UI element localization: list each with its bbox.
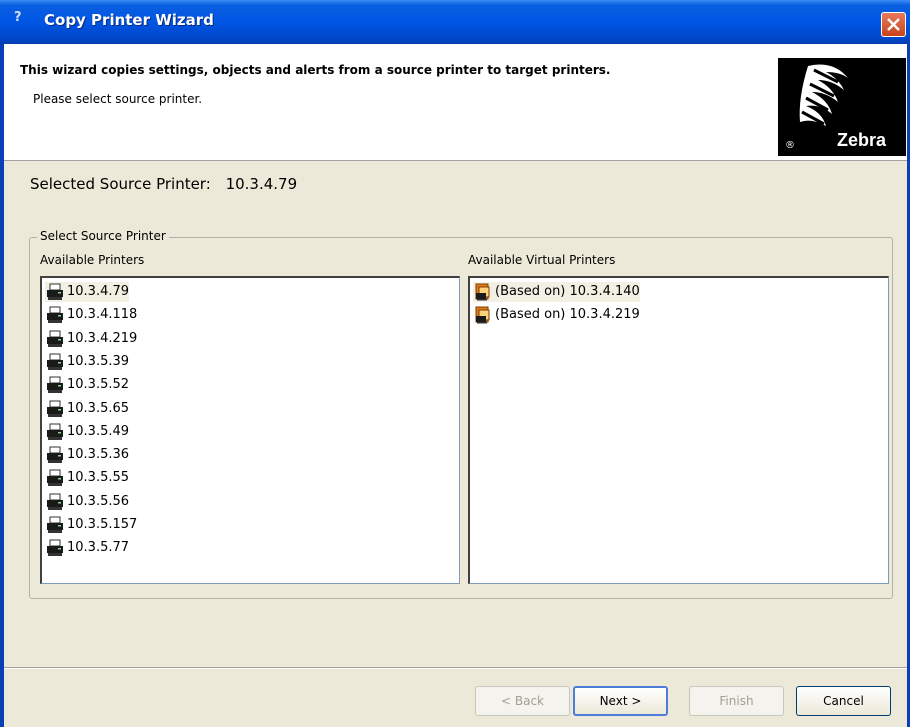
zebra-logo: Zebra ®: [778, 58, 906, 156]
list-item[interactable]: 10.3.5.77: [45, 538, 129, 558]
printer-icon: [45, 493, 65, 511]
printer-icon: [45, 376, 65, 394]
header-subtitle: Please select source printer.: [33, 92, 203, 106]
available-printers-label: Available Printers: [40, 253, 145, 267]
list-item[interactable]: 10.3.5.36: [45, 445, 129, 465]
footer-divider-highlight: [4, 668, 907, 669]
list-item-label: 10.3.4.118: [67, 307, 138, 323]
virtual-printer-icon: [473, 306, 493, 324]
list-item[interactable]: 10.3.4.118: [45, 305, 137, 325]
printer-icon: [45, 283, 65, 301]
printer-icon: [45, 469, 65, 487]
virtual-printer-icon: [473, 283, 493, 301]
close-icon: [887, 18, 900, 31]
selected-label: Selected Source Printer:: [30, 175, 211, 193]
printer-icon: [45, 306, 65, 324]
back-button[interactable]: < Back: [475, 686, 570, 716]
wizard-window: ? Copy Printer Wizard This wizard copies…: [0, 0, 910, 727]
list-item[interactable]: 10.3.4.219: [45, 329, 137, 349]
list-item[interactable]: 10.3.5.49: [45, 422, 129, 442]
logo-text: Zebra: [837, 130, 887, 150]
list-item[interactable]: 10.3.5.52: [45, 375, 129, 395]
list-item-label: 10.3.5.55: [67, 470, 130, 486]
list-item[interactable]: 10.3.5.65: [45, 399, 129, 419]
list-item-label: 10.3.5.49: [67, 423, 130, 439]
printer-icon: [45, 539, 65, 557]
title-bar[interactable]: ? Copy Printer Wizard: [0, 0, 910, 44]
list-item-label: (Based on) 10.3.4.219: [495, 307, 640, 323]
list-item-label: 10.3.4.79: [67, 284, 130, 299]
list-item-label: (Based on) 10.3.4.140: [495, 284, 640, 299]
virtual-printers-list[interactable]: (Based on) 10.3.4.140 (Based on) 10.3.4.2…: [468, 276, 889, 584]
app-icon: ?: [14, 10, 22, 25]
list-item-label: 10.3.5.157: [67, 517, 138, 532]
list-item[interactable]: 10.3.5.157: [45, 515, 137, 535]
header-title: This wizard copies settings, objects and…: [20, 63, 611, 77]
printer-icon: [45, 353, 65, 371]
list-item[interactable]: 10.3.5.56: [45, 492, 129, 512]
list-item-label: 10.3.5.77: [67, 540, 130, 556]
wizard-header: This wizard copies settings, objects and…: [4, 44, 907, 161]
close-button[interactable]: [881, 12, 906, 37]
list-item[interactable]: 10.3.4.79: [45, 282, 130, 302]
list-item-label: 10.3.5.52: [67, 377, 130, 393]
printer-icon: [45, 400, 65, 418]
group-legend: Select Source Printer: [37, 229, 169, 243]
list-item-label: 10.3.5.39: [67, 353, 130, 369]
list-item[interactable]: (Based on) 10.3.4.219: [473, 305, 640, 325]
next-button[interactable]: Next >: [573, 686, 668, 716]
printer-icon: [45, 330, 65, 348]
virtual-printers-label: Available Virtual Printers: [468, 253, 616, 267]
selected-value: 10.3.4.79: [225, 175, 298, 193]
list-item[interactable]: 10.3.5.39: [45, 352, 129, 372]
printer-icon: [45, 446, 65, 464]
cancel-button[interactable]: Cancel: [796, 686, 891, 716]
finish-button[interactable]: Finish: [689, 686, 784, 716]
list-item-label: 10.3.5.56: [67, 493, 130, 509]
list-item-label: 10.3.4.219: [67, 330, 138, 346]
list-item[interactable]: 10.3.5.55: [45, 468, 129, 488]
list-item-label: 10.3.5.36: [67, 447, 130, 463]
printer-icon: [45, 423, 65, 441]
list-item-label: 10.3.5.65: [67, 400, 130, 416]
list-item[interactable]: (Based on) 10.3.4.140: [473, 282, 640, 302]
available-printers-list[interactable]: 10.3.4.79 10.3.4.118 10.3.4.219 10.3.5.39 10…: [40, 276, 460, 584]
printer-icon: [45, 516, 65, 534]
window-title: Copy Printer Wizard: [44, 11, 214, 29]
selected-source-printer: Selected Source Printer: 10.3.4.79: [30, 175, 297, 193]
registered-mark: ®: [785, 140, 795, 151]
